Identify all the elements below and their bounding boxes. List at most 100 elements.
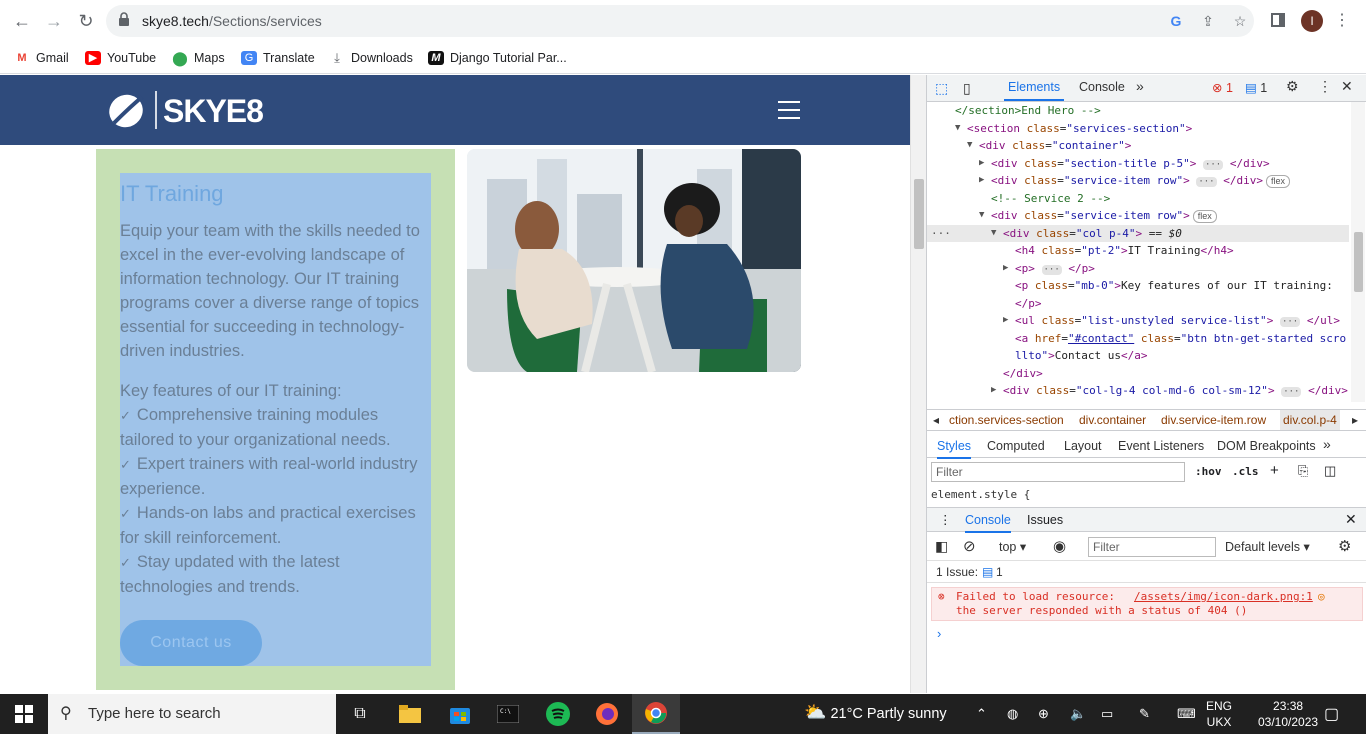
drawer-tab-console[interactable]: Console [965, 513, 1011, 533]
console-filter-input[interactable]: Filter [1088, 537, 1216, 557]
google-icon[interactable]: G [1167, 12, 1185, 30]
expand-toggle-icon[interactable]: ▶ [979, 155, 984, 172]
device-toggle-icon[interactable]: ▯ [963, 80, 971, 97]
dom-node-line[interactable]: <h4 class="pt-2">IT Training</h4> [927, 242, 1349, 259]
bookmark-gmail[interactable]: M Gmail [14, 48, 69, 68]
error-count-badge[interactable]: ⊗ 1 [1212, 80, 1233, 95]
message-count-badge[interactable]: ▤ 1 [1245, 80, 1267, 95]
reload-icon[interactable]: ↻ [74, 9, 98, 33]
tab-elements[interactable]: Elements [1004, 80, 1065, 101]
breadcrumb-item[interactable]: div.container [1079, 413, 1146, 427]
chevron-up-icon[interactable]: ⌃ [976, 694, 987, 734]
dom-node-line[interactable]: ··· ▼ <div class="col p-4"> == $0 [927, 224, 1349, 242]
bookmark-downloads[interactable]: ⤓ Downloads [329, 48, 413, 68]
dom-node-line[interactable]: ▼ <div class="container"> [927, 137, 1349, 154]
hov-toggle[interactable]: :hov [1195, 465, 1222, 478]
expand-toggle-icon[interactable]: ▼ [967, 137, 972, 154]
volume-icon[interactable]: 🔈 [1070, 694, 1086, 734]
battery-icon[interactable]: ▭ [1101, 694, 1113, 734]
breadcrumb-item[interactable]: div.service-item.row [1161, 413, 1266, 427]
back-icon[interactable]: ← [10, 9, 34, 33]
task-view-icon[interactable]: ⧉ [336, 694, 384, 734]
dom-node-line[interactable]: ▶ <p> ··· </p> [927, 260, 1349, 277]
url-text[interactable]: skye8.tech/Sections/services [142, 13, 322, 29]
settings-gear-icon[interactable]: ⚙ [1286, 78, 1299, 95]
dom-node-menu-icon[interactable]: ··· [931, 225, 951, 242]
dom-node-line[interactable]: </section>End Hero --> [927, 102, 1349, 119]
expand-toggle-icon[interactable]: ▶ [991, 382, 996, 399]
element-style-rule[interactable]: element.style { [931, 488, 1030, 501]
dom-node-line[interactable]: ▶ <ul class="list-unstyled service-list">… [927, 312, 1349, 329]
expand-toggle-icon[interactable]: ▼ [979, 207, 984, 224]
breadcrumb-item[interactable]: ction.services-section [949, 413, 1064, 427]
expand-toggle-icon[interactable]: ▼ [955, 120, 960, 137]
eye-icon[interactable]: ◉ [1053, 537, 1066, 555]
breadcrumb-right-icon[interactable]: ▸ [1352, 413, 1358, 427]
page-scrollbar-thumb[interactable] [914, 179, 924, 249]
dom-node-line[interactable]: ▼ <section class="services-section"> [927, 120, 1349, 137]
share-icon[interactable]: ⇪ [1199, 12, 1217, 30]
bookmark-translate[interactable]: G Translate [241, 48, 315, 68]
add-rule-icon[interactable]: + [1270, 462, 1279, 479]
tab-console[interactable]: Console [1079, 80, 1125, 94]
bookmark-maps[interactable]: ⬤ Maps [172, 48, 225, 68]
close-icon[interactable]: ✕ [1341, 78, 1353, 95]
styles-filter-input[interactable]: Filter [931, 462, 1185, 482]
store-icon[interactable] [436, 694, 484, 734]
chrome-icon[interactable] [632, 694, 680, 734]
more-tabs-icon[interactable]: » [1136, 78, 1144, 94]
dom-node-line[interactable]: ▼ <div class="service-item row"> flex [927, 207, 1349, 224]
dom-node-line[interactable]: <p class="mb-0">Key features of our IT t… [927, 277, 1349, 294]
dom-node-line[interactable]: ▶ <div class="section-title p-5"> ··· </d… [927, 155, 1349, 172]
expand-toggle-icon[interactable]: ▶ [979, 172, 984, 189]
sidebar-icon[interactable]: ◧ [935, 538, 948, 555]
dom-node-line[interactable]: </div> [927, 400, 1349, 403]
logo-text[interactable]: SKYE8 [163, 93, 264, 130]
dom-tree[interactable]: </section>End Hero --> ▼ <section class="s… [927, 102, 1349, 402]
terminal-icon[interactable]: C:\ [484, 694, 532, 734]
more-tabs-icon[interactable]: » [1323, 436, 1331, 452]
taskbar-search[interactable]: ⚲ Type here to search [48, 694, 336, 734]
paint-icon[interactable]: ⎘ [1298, 463, 1308, 479]
console-settings-gear-icon[interactable]: ⚙ [1338, 537, 1351, 555]
drawer-menu-icon[interactable]: ⋮ [939, 512, 952, 527]
firefox-icon[interactable] [583, 694, 631, 734]
issues-summary[interactable]: 1 Issue: ▤ 1 [927, 561, 1366, 583]
console-prompt-icon[interactable]: › [937, 626, 941, 641]
menu-kebab-icon[interactable]: ⋮ [1330, 9, 1354, 33]
weather-widget[interactable]: ⛅ 21°C Partly sunny [804, 702, 947, 723]
bookmark-django[interactable]: M Django Tutorial Par... [428, 48, 567, 68]
spotify-icon[interactable] [534, 694, 582, 734]
dom-scrollbar-thumb[interactable] [1354, 232, 1363, 292]
expand-toggle-icon[interactable]: ▶ [1003, 260, 1008, 277]
sidebar-toggle-icon[interactable]: ◫ [1324, 463, 1336, 479]
file-explorer-icon[interactable] [386, 694, 434, 734]
lock-icon[interactable] [118, 12, 134, 28]
address-bar[interactable]: skye8.tech/Sections/services G ⇪ ☆ [106, 5, 1254, 37]
expand-toggle-icon[interactable]: ▼ [991, 225, 996, 242]
dom-node-line[interactable]: <a href="#contact" class="btn btn-get-st… [927, 330, 1349, 347]
devtools-menu-icon[interactable]: ⋮ [1318, 78, 1332, 95]
breadcrumb-item-selected[interactable]: div.col.p-4 [1280, 410, 1340, 430]
dom-node-line[interactable]: ▶ <div class="col-lg-4 col-md-6 col-sm-12… [927, 382, 1349, 399]
dom-scrollbar[interactable] [1351, 102, 1365, 402]
clock[interactable]: 23:38 03/10/2023 [1258, 698, 1318, 730]
avatar[interactable]: I [1301, 10, 1323, 32]
inspect-icon[interactable]: ⬚ [935, 80, 948, 97]
dom-node-line[interactable]: </p> [927, 295, 1349, 312]
bookmark-star-icon[interactable]: ☆ [1231, 12, 1249, 30]
page-scrollbar[interactable] [910, 75, 926, 693]
tab-dom-breakpoints[interactable]: DOM Breakpoints [1217, 439, 1316, 453]
cls-toggle[interactable]: .cls [1232, 465, 1259, 478]
contact-us-button[interactable]: Contact us [120, 620, 262, 666]
log-levels-select[interactable]: Default levels ▾ [1225, 539, 1310, 554]
clear-console-icon[interactable]: ⊘ [963, 537, 976, 555]
close-icon[interactable]: ✕ [1345, 511, 1357, 528]
dom-node-line[interactable]: llto">Contact us</a> [927, 347, 1349, 364]
context-select[interactable]: top ▾ [999, 539, 1026, 554]
hamburger-menu-icon[interactable] [778, 101, 800, 119]
expand-toggle-icon[interactable]: ▶ [1003, 312, 1008, 329]
pen-icon[interactable]: ✎ [1139, 694, 1150, 734]
tab-event-listeners[interactable]: Event Listeners [1118, 439, 1204, 453]
dom-node-line[interactable]: </div> [927, 365, 1349, 382]
